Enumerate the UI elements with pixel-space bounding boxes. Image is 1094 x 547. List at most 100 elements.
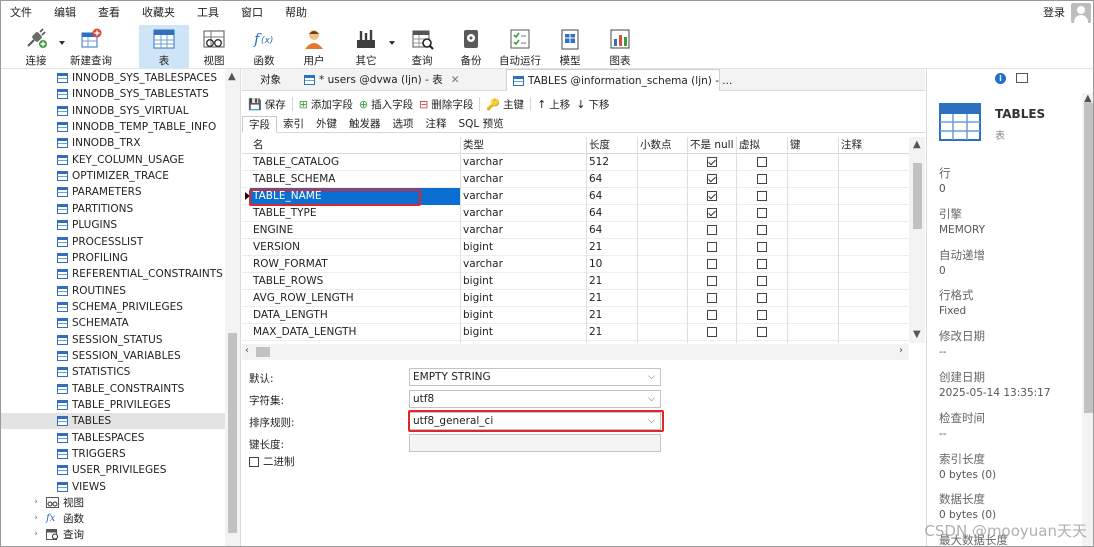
- subtab-fields[interactable]: 字段: [242, 116, 277, 133]
- primary-key-button[interactable]: 🔑 主键: [486, 97, 524, 112]
- cell-type[interactable]: varchar: [460, 256, 503, 273]
- nav-group-queries[interactable]: › 查询: [1, 526, 225, 542]
- grid-hscroll-thumb[interactable]: [256, 347, 270, 357]
- virtual-checkbox[interactable]: [757, 327, 767, 337]
- toolbar-model-button[interactable]: 模型: [547, 25, 593, 69]
- nav-table-item[interactable]: INNODB_TEMP_TABLE_INFO: [1, 119, 225, 135]
- connect-dropdown-icon[interactable]: [59, 41, 65, 45]
- nav-table-item[interactable]: INNODB_TRX: [1, 135, 225, 151]
- scroll-right-icon[interactable]: ›: [899, 345, 903, 356]
- cell-length[interactable]: 21: [586, 307, 602, 324]
- default-select[interactable]: EMPTY STRING ⌵: [409, 368, 661, 386]
- cell-name[interactable]: TABLE_CATALOG: [250, 154, 460, 171]
- scroll-up-icon[interactable]: ▲: [228, 71, 236, 82]
- nav-table-item[interactable]: SESSION_VARIABLES: [1, 348, 225, 364]
- scroll-down-icon[interactable]: ▼: [913, 329, 921, 340]
- cell-type[interactable]: varchar: [460, 188, 503, 205]
- nav-table-item[interactable]: KEY_COLUMN_USAGE: [1, 152, 225, 168]
- nav-table-item[interactable]: ROUTINES: [1, 283, 225, 299]
- grid-scroll-thumb[interactable]: [913, 163, 922, 229]
- nav-table-item[interactable]: USER_PRIVILEGES: [1, 462, 225, 478]
- menu-edit[interactable]: 编辑: [43, 1, 87, 25]
- nav-table-item[interactable]: REFERENTIAL_CONSTRAINTS: [1, 266, 225, 282]
- tab-tables-info-schema[interactable]: TABLES @information_schema (ljn) - ...: [506, 69, 732, 91]
- cell-name[interactable]: DATA_LENGTH: [250, 307, 460, 324]
- col-header-not-null[interactable]: 不是 null: [687, 137, 733, 154]
- scroll-left-icon[interactable]: ‹: [245, 345, 249, 356]
- nav-table-item[interactable]: PROCESSLIST: [1, 234, 225, 250]
- nav-table-item[interactable]: TABLESPACES: [1, 430, 225, 446]
- other-dropdown-icon[interactable]: [389, 41, 395, 45]
- scroll-up-icon[interactable]: ▲: [913, 139, 921, 150]
- table-row[interactable]: TABLE_SCHEMA varchar 64: [242, 171, 909, 188]
- nav-group-functions[interactable]: › fx 函数: [1, 510, 225, 526]
- virtual-checkbox[interactable]: [757, 208, 767, 218]
- not-null-checkbox[interactable]: [707, 191, 717, 201]
- table-row[interactable]: ENGINE varchar 64: [242, 222, 909, 239]
- cell-name[interactable]: TABLE_ROWS: [250, 273, 460, 290]
- cell-length[interactable]: 64: [586, 171, 602, 188]
- expand-icon[interactable]: ›: [31, 513, 41, 523]
- cell-type[interactable]: varchar: [460, 154, 503, 171]
- col-header-type[interactable]: 类型: [460, 137, 484, 154]
- not-null-checkbox[interactable]: [707, 174, 717, 184]
- virtual-checkbox[interactable]: [757, 293, 767, 303]
- virtual-checkbox[interactable]: [757, 191, 767, 201]
- menu-view[interactable]: 查看: [87, 1, 131, 25]
- info-scroll-thumb[interactable]: [1084, 103, 1093, 413]
- move-down-button[interactable]: ↓ 下移: [576, 97, 609, 112]
- subtab-indexes[interactable]: 索引: [277, 116, 310, 132]
- navigator-scroll-thumb[interactable]: [228, 333, 237, 533]
- col-header-virtual[interactable]: 虚拟: [736, 137, 760, 154]
- expand-icon[interactable]: ›: [31, 497, 41, 507]
- nav-table-item[interactable]: TRIGGERS: [1, 446, 225, 462]
- cell-length[interactable]: 21: [586, 273, 602, 290]
- expand-icon[interactable]: ›: [31, 529, 41, 539]
- ddl-icon[interactable]: [1016, 73, 1028, 83]
- not-null-checkbox[interactable]: [707, 208, 717, 218]
- cell-name[interactable]: AVG_ROW_LENGTH: [250, 290, 460, 307]
- subtab-foreign-keys[interactable]: 外键: [310, 116, 343, 132]
- cell-type[interactable]: bigint: [460, 307, 493, 324]
- not-null-checkbox[interactable]: [707, 310, 717, 320]
- col-header-length[interactable]: 长度: [586, 137, 610, 154]
- cell-type[interactable]: bigint: [460, 290, 493, 307]
- table-row[interactable]: ROW_FORMAT varchar 10: [242, 256, 909, 273]
- grid-horizontal-scrollbar[interactable]: ‹ ›: [242, 344, 909, 360]
- nav-table-item[interactable]: PARTITIONS: [1, 201, 225, 217]
- nav-table-item[interactable]: TABLES: [1, 413, 225, 430]
- subtab-comment[interactable]: 注释: [420, 116, 453, 132]
- delete-field-button[interactable]: ⊟ 删除字段: [419, 97, 473, 112]
- nav-table-item[interactable]: TABLE_CONSTRAINTS: [1, 381, 225, 397]
- toolbar-other-button[interactable]: 其它: [343, 25, 389, 69]
- table-row[interactable]: AVG_ROW_LENGTH bigint 21: [242, 290, 909, 307]
- virtual-checkbox[interactable]: [757, 310, 767, 320]
- cell-name[interactable]: TABLE_TYPE: [250, 205, 460, 222]
- cell-length[interactable]: 21: [586, 239, 602, 256]
- menu-window[interactable]: 窗口: [230, 1, 274, 25]
- col-header-comment[interactable]: 注释: [838, 137, 862, 154]
- cell-name[interactable]: ENGINE: [250, 222, 460, 239]
- add-field-button[interactable]: ⊞ 添加字段: [299, 97, 353, 112]
- toolbar-user-button[interactable]: 用户: [291, 25, 337, 69]
- virtual-checkbox[interactable]: [757, 259, 767, 269]
- tab-objects[interactable]: 对象: [254, 69, 287, 91]
- nav-table-item[interactable]: PLUGINS: [1, 217, 225, 233]
- nav-table-item[interactable]: PARAMETERS: [1, 184, 225, 200]
- cell-name[interactable]: ROW_FORMAT: [250, 256, 460, 273]
- virtual-checkbox[interactable]: [757, 225, 767, 235]
- nav-table-item[interactable]: TABLE_PRIVILEGES: [1, 397, 225, 413]
- close-icon[interactable]: ✕: [451, 74, 460, 86]
- cell-type[interactable]: varchar: [460, 222, 503, 239]
- virtual-checkbox[interactable]: [757, 276, 767, 286]
- charset-select[interactable]: utf8 ⌵: [409, 390, 661, 408]
- nav-table-item[interactable]: PROFILING: [1, 250, 225, 266]
- virtual-checkbox[interactable]: [757, 157, 767, 167]
- insert-field-button[interactable]: ⊕ 插入字段: [359, 97, 413, 112]
- nav-table-item[interactable]: SESSION_STATUS: [1, 332, 225, 348]
- info-icon[interactable]: i: [995, 73, 1006, 84]
- table-row[interactable]: MAX_DATA_LENGTH bigint 21: [242, 324, 909, 341]
- table-row[interactable]: TABLE_CATALOG varchar 512: [242, 154, 909, 171]
- key-length-field[interactable]: [409, 434, 661, 452]
- virtual-checkbox[interactable]: [757, 242, 767, 252]
